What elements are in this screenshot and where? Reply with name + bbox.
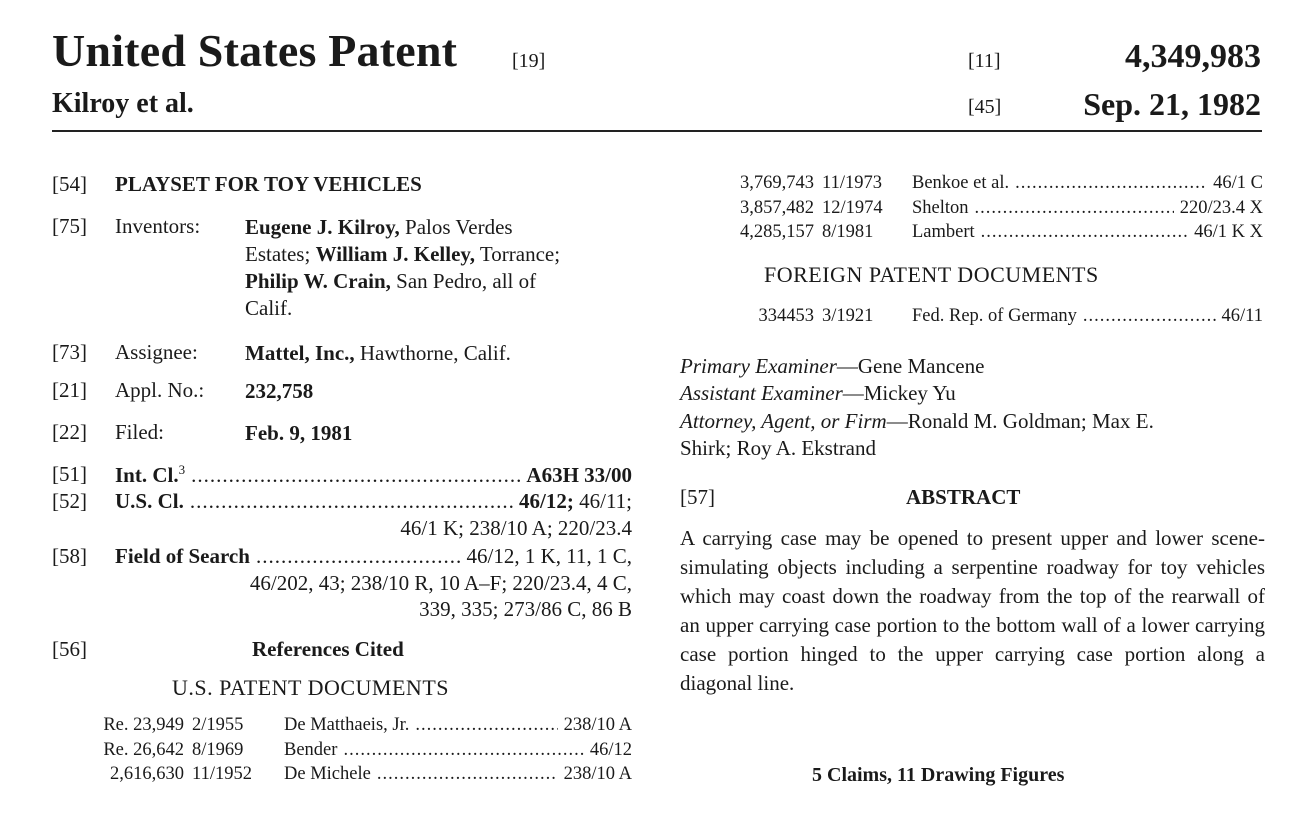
assignee-label: Assignee:	[115, 340, 198, 364]
search-line2: 46/202, 43; 238/10 R, 10 A–F; 220/23.4, …	[249, 571, 632, 595]
inventor-loc: Calif.	[245, 296, 293, 320]
filed-value: Feb. 9, 1981	[245, 421, 353, 445]
inventor-loc: Estates;	[245, 242, 316, 266]
assignee-value: Mattel, Inc., Hawthorne, Calif.	[245, 340, 645, 367]
appl-no-value: 232,758	[245, 379, 314, 403]
inventor-loc: San Pedro, all of	[390, 269, 537, 293]
abstract-heading: ABSTRACT	[906, 485, 1021, 509]
us-cl-row: U.S. Cl. 46/12; 46/11;	[115, 489, 632, 514]
code-22: [22]	[52, 420, 87, 444]
appl-no-label: Appl. No.:	[115, 378, 205, 402]
patent-title: United States Patent	[52, 25, 458, 76]
inventor-name: William J. Kelley,	[315, 242, 476, 266]
list-item: 3,857,48212/1974Shelton220/23.4 X	[718, 198, 1263, 219]
attorney-line2: Shirk; Roy A. Ekstrand	[680, 436, 877, 460]
us-cl-label: U.S. Cl.	[115, 489, 184, 513]
list-item: Re. 26,6428/1969Bender46/12	[78, 740, 632, 761]
list-item: 4,285,1578/1981Lambert46/1 K X	[718, 222, 1263, 243]
code-54: [54]	[52, 172, 87, 196]
code-56: [56]	[52, 637, 87, 661]
claims-line: 5 Claims, 11 Drawing Figures	[812, 764, 1065, 786]
attorney: Attorney, Agent, or Firm—Ronald M. Goldm…	[680, 409, 1154, 433]
search-row: Field of Search 46/12, 1 K, 11, 1 C,	[115, 544, 632, 569]
inventor-name: Philip W. Crain,	[245, 269, 391, 293]
patent-number: 4,349,983	[1125, 38, 1261, 75]
code-51: [51]	[52, 462, 87, 486]
inventors-label: Inventors:	[115, 214, 201, 238]
title-code: [19]	[512, 50, 546, 72]
us-cl-value: 46/12; 46/11;	[519, 489, 632, 513]
abstract-text: A carrying case may be opened to present…	[680, 526, 1265, 695]
invention-title: PLAYSET FOR TOY VEHICLES	[115, 172, 422, 196]
references-heading: References Cited	[252, 637, 404, 661]
us-cl-line2: 46/1 K; 238/10 A; 220/23.4	[400, 516, 632, 540]
assignee-name: Mattel, Inc.,	[245, 341, 355, 365]
code-52: [52]	[52, 489, 87, 513]
code-21: [21]	[52, 378, 87, 402]
list-item: Re. 23,9492/1955De Matthaeis, Jr.238/10 …	[78, 715, 632, 736]
inventor-short: Kilroy et al.	[52, 88, 194, 119]
inventor-loc: Torrance;	[475, 242, 561, 266]
inventor-name: Eugene J. Kilroy,	[245, 215, 400, 239]
int-cl-label: Int. Cl.3	[115, 462, 186, 487]
list-item: 2,616,63011/1952De Michele238/10 A	[78, 764, 632, 785]
assignee-location: Hawthorne, Calif.	[354, 341, 511, 365]
code-45: [45]	[968, 96, 1002, 118]
primary-examiner: Primary Examiner—Gene Mancene	[680, 354, 985, 378]
search-line3: 339, 335; 273/86 C, 86 B	[419, 597, 632, 621]
patent-date: Sep. 21, 1982	[1083, 86, 1261, 122]
search-value: 46/12, 1 K, 11, 1 C,	[466, 544, 632, 568]
code-58: [58]	[52, 544, 87, 568]
foreign-docs-heading: FOREIGN PATENT DOCUMENTS	[764, 262, 1099, 287]
int-cl-row: Int. Cl.3 A63H 33/00	[115, 462, 632, 488]
inventor-loc: Palos Verdes	[399, 215, 513, 239]
assistant-examiner: Assistant Examiner—Mickey Yu	[680, 381, 956, 405]
list-item: 3344533/1921Fed. Rep. of Germany46/11	[718, 306, 1264, 327]
filed-label: Filed:	[115, 420, 165, 444]
list-item: 3,769,74311/1973Benkoe et al.46/1 C	[718, 173, 1263, 194]
code-57: [57]	[680, 485, 715, 509]
code-73: [73]	[52, 340, 87, 364]
search-label: Field of Search	[115, 544, 250, 568]
int-cl-value: A63H 33/00	[526, 463, 632, 487]
code-11: [11]	[968, 50, 1001, 72]
header-rule	[52, 130, 1262, 132]
inventors-value: Eugene J. Kilroy, Palos Verdes Estates; …	[245, 214, 645, 322]
us-patent-docs-heading: U.S. PATENT DOCUMENTS	[172, 675, 449, 700]
code-75: [75]	[52, 214, 87, 238]
